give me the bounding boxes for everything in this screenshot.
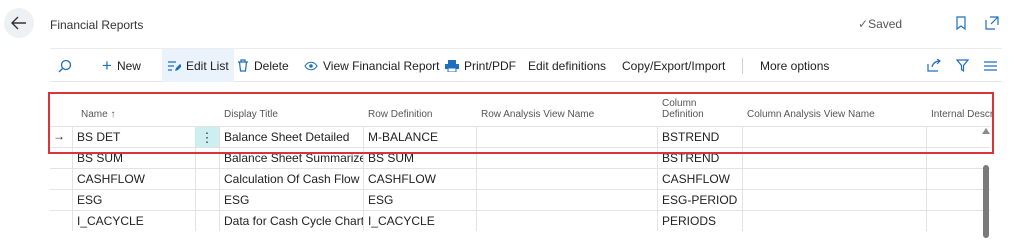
cell-row-analysis-view[interactable] bbox=[476, 211, 657, 231]
new-button[interactable]: + New bbox=[102, 49, 141, 82]
page-title: Financial Reports bbox=[50, 18, 144, 32]
cell-name[interactable]: CASHFLOW bbox=[72, 169, 195, 189]
share-button[interactable] bbox=[927, 49, 941, 82]
cell-row-definition[interactable]: CASHFLOW bbox=[363, 169, 476, 189]
highlight-annotation-box bbox=[48, 92, 994, 154]
cell-internal-description[interactable] bbox=[926, 190, 982, 210]
saved-status: ✓Saved bbox=[858, 17, 903, 31]
edit-definitions-button[interactable]: Edit definitions bbox=[528, 49, 606, 82]
cell-display-title[interactable]: Calculation Of Cash Flow bbox=[219, 169, 363, 189]
edit-list-icon bbox=[168, 60, 181, 71]
eye-icon bbox=[304, 61, 318, 70]
view-financial-report-button[interactable]: View Financial Report bbox=[304, 49, 440, 82]
trash-icon bbox=[238, 59, 248, 72]
filter-icon bbox=[956, 59, 969, 72]
search-button[interactable] bbox=[58, 49, 72, 82]
open-new-window-icon[interactable] bbox=[985, 16, 999, 35]
toolbar-divider bbox=[742, 58, 743, 74]
action-bar: + New Edit List Delete View Financial Re… bbox=[50, 48, 1002, 82]
cell-row-definition[interactable]: ESG bbox=[363, 190, 476, 210]
table-row[interactable]: ESG ESG ESG ESG-PERIOD bbox=[50, 189, 990, 210]
cell-row-actions[interactable] bbox=[195, 190, 219, 210]
table-row[interactable]: I_CACYCLE Data for Cash Cycle Chart I_CA… bbox=[50, 210, 990, 231]
share-icon bbox=[927, 59, 941, 72]
cell-row-definition[interactable]: I_CACYCLE bbox=[363, 211, 476, 231]
filter-button[interactable] bbox=[956, 49, 969, 82]
cell-row-actions[interactable] bbox=[195, 169, 219, 189]
list-view-button[interactable] bbox=[984, 49, 997, 82]
cell-row-actions[interactable] bbox=[195, 211, 219, 231]
cell-column-definition[interactable]: ESG-PERIOD bbox=[657, 190, 742, 210]
cell-row-analysis-view[interactable] bbox=[476, 190, 657, 210]
cell-internal-description[interactable] bbox=[926, 211, 982, 231]
copy-export-import-button[interactable]: Copy/Export/Import bbox=[622, 49, 725, 82]
cell-column-analysis-view[interactable] bbox=[742, 169, 926, 189]
back-button[interactable] bbox=[4, 8, 34, 38]
bookmark-icon[interactable] bbox=[955, 16, 967, 35]
vertical-scrollbar[interactable] bbox=[983, 165, 989, 238]
cell-name[interactable]: I_CACYCLE bbox=[72, 211, 195, 231]
cell-row-analysis-view[interactable] bbox=[476, 169, 657, 189]
cell-display-title[interactable]: ESG bbox=[219, 190, 363, 210]
cell-display-title[interactable]: Data for Cash Cycle Chart bbox=[219, 211, 363, 231]
search-icon bbox=[58, 59, 72, 72]
print-pdf-button[interactable]: Print/PDF bbox=[445, 49, 516, 82]
more-options-button[interactable]: More options bbox=[760, 49, 829, 82]
check-icon: ✓ bbox=[858, 17, 869, 31]
cell-name[interactable]: ESG bbox=[72, 190, 195, 210]
scroll-up-arrow-icon[interactable] bbox=[982, 128, 990, 134]
edit-list-button[interactable]: Edit List bbox=[162, 49, 234, 82]
delete-button[interactable]: Delete bbox=[237, 49, 289, 82]
list-icon bbox=[984, 60, 997, 71]
printer-icon bbox=[445, 59, 459, 72]
table-row[interactable]: CASHFLOW Calculation Of Cash Flow CASHFL… bbox=[50, 168, 990, 189]
cell-column-definition[interactable]: CASHFLOW bbox=[657, 169, 742, 189]
cell-column-definition[interactable]: PERIODS bbox=[657, 211, 742, 231]
back-arrow-icon bbox=[11, 16, 26, 30]
cell-column-analysis-view[interactable] bbox=[742, 211, 926, 231]
cell-internal-description[interactable] bbox=[926, 169, 982, 189]
cell-column-analysis-view[interactable] bbox=[742, 190, 926, 210]
plus-icon: + bbox=[102, 55, 112, 75]
